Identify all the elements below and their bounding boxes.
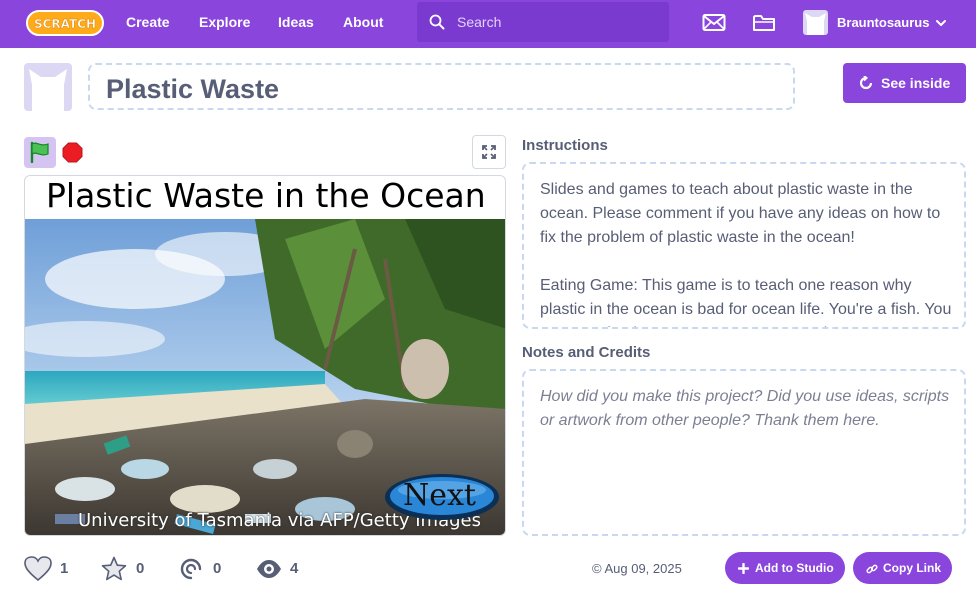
remix-count: 0	[213, 560, 222, 577]
views-stat: 4	[256, 556, 306, 582]
stage-next-button[interactable]: Next	[383, 472, 502, 522]
see-inside-button[interactable]: See inside	[843, 63, 966, 103]
notes-label: Notes and Credits	[522, 344, 651, 361]
chevron-down-icon	[936, 20, 946, 26]
plus-icon	[738, 563, 749, 574]
star-icon	[101, 556, 127, 581]
favorite-button[interactable]: 0	[101, 556, 151, 582]
share-date: © Aug 09, 2025	[592, 561, 682, 576]
link-icon	[866, 564, 878, 574]
nav-link-explore[interactable]: Explore	[199, 14, 250, 30]
svg-text:SCRATCH: SCRATCH	[34, 17, 96, 31]
instructions-text: Slides and games to teach about plastic …	[540, 181, 952, 327]
search-icon	[429, 14, 445, 30]
fullscreen-button[interactable]	[472, 135, 506, 169]
nav-link-about[interactable]: About	[343, 14, 383, 30]
views-count: 4	[290, 560, 299, 577]
love-button[interactable]: 1	[24, 556, 74, 582]
search-input[interactable]	[457, 12, 657, 32]
add-to-studio-button[interactable]: Add to Studio	[725, 552, 845, 584]
nav-link-create[interactable]: Create	[126, 14, 170, 30]
search-bar	[417, 2, 669, 42]
top-nav-bar: SCRATCH Create Explore Ideas About Braun…	[0, 0, 976, 48]
instructions-label: Instructions	[522, 137, 608, 154]
see-inside-icon	[859, 76, 873, 90]
copy-link-button[interactable]: Copy Link	[853, 552, 952, 584]
cat-avatar-icon	[805, 13, 826, 35]
stage-heading: Plastic Waste in the Ocean	[46, 176, 486, 215]
favorite-count: 0	[136, 560, 145, 577]
username: Brauntosaurus	[837, 15, 930, 30]
project-stage[interactable]: Plastic Waste in the Ocean University of…	[24, 175, 506, 536]
heart-icon	[24, 556, 52, 582]
project-author-avatar[interactable]	[24, 63, 72, 111]
project-title: Plastic Waste	[106, 74, 280, 104]
user-avatar	[803, 10, 828, 35]
nav-link-ideas[interactable]: Ideas	[278, 14, 314, 30]
project-title-field[interactable]: Plastic Waste	[88, 63, 795, 110]
scratch-logo[interactable]: SCRATCH	[26, 9, 104, 37]
cat-avatar-icon	[29, 69, 67, 111]
love-count: 1	[60, 560, 69, 577]
remix-icon	[180, 558, 202, 580]
copy-link-label: Copy Link	[883, 561, 942, 575]
green-flag-button[interactable]	[24, 137, 56, 168]
add-to-studio-label: Add to Studio	[755, 561, 834, 575]
notes-field[interactable]: How did you make this project? Did you u…	[522, 369, 966, 536]
notes-placeholder: How did you make this project? Did you u…	[540, 388, 950, 429]
eye-icon	[257, 560, 281, 578]
remix-stat: 0	[178, 556, 228, 582]
messages-icon[interactable]	[702, 12, 726, 34]
stop-icon[interactable]	[62, 142, 83, 163]
next-label: Next	[403, 478, 476, 513]
fullscreen-icon	[482, 145, 496, 159]
green-flag-icon	[30, 141, 49, 163]
see-inside-label: See inside	[881, 75, 951, 91]
instructions-field[interactable]: Slides and games to teach about plastic …	[522, 162, 966, 329]
my-stuff-folder-icon[interactable]	[752, 12, 776, 34]
